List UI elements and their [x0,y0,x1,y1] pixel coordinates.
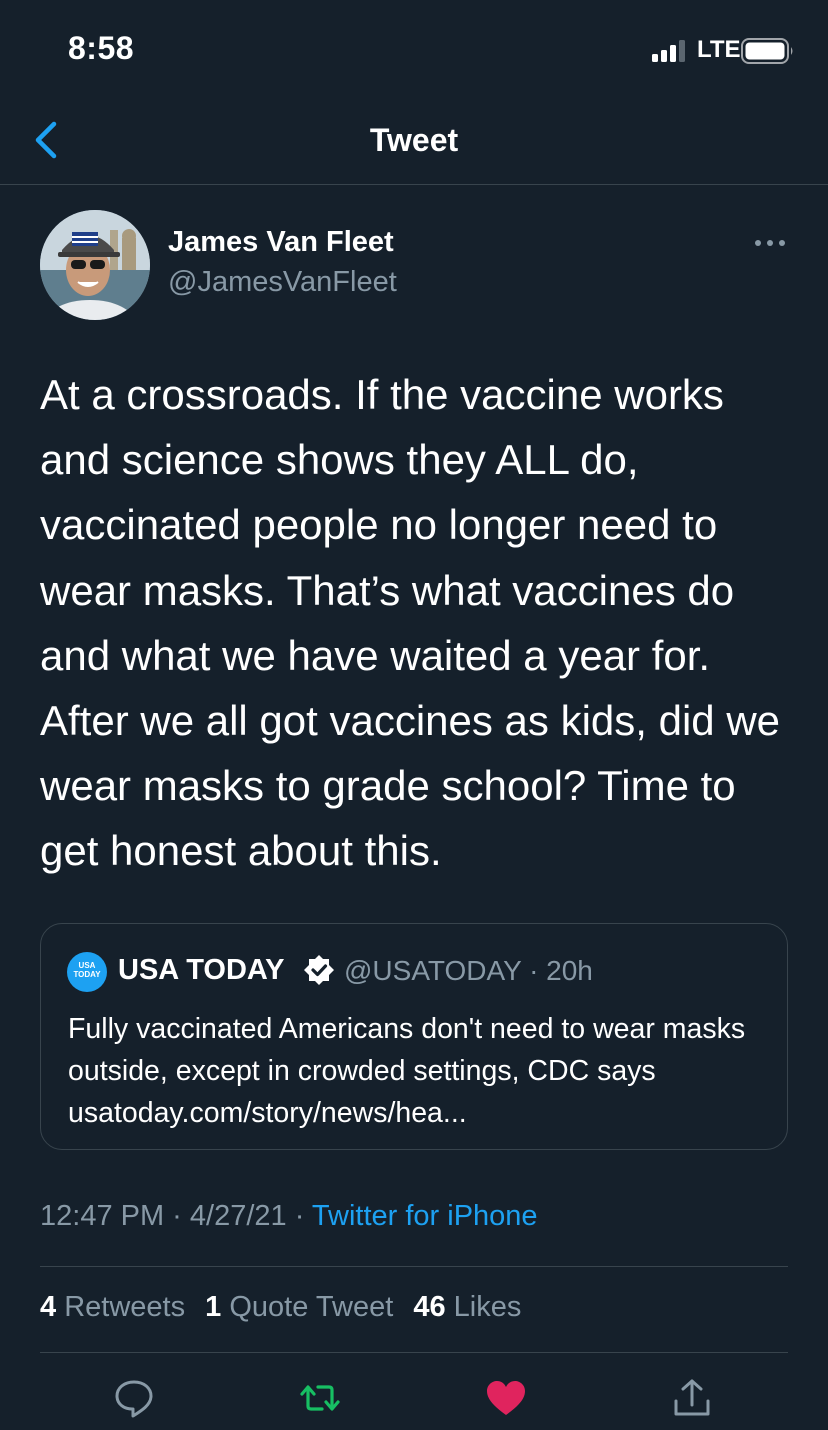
reply-button[interactable] [112,1376,156,1420]
quoted-tweet-text: Fully vaccinated Americans don't need to… [68,1013,746,1129]
tweet-time: 12:47 PM · 4/27/21 · [40,1200,312,1232]
source-link[interactable]: Twitter for iPhone [312,1200,538,1232]
nav-header: Tweet [0,100,828,185]
quoted-tweet[interactable]: USA TODAY USA TODAY @USATODAY · 20h Full… [40,923,788,1150]
likes-stat[interactable]: 46 Likes [413,1291,521,1323]
retweet-icon [300,1385,340,1411]
author-handle[interactable]: @JamesVanFleet [168,266,397,299]
retweets-count: 4 [40,1291,57,1323]
reply-icon [115,1380,153,1418]
usa-today-logo-icon: USA TODAY [67,952,107,992]
avatar[interactable] [40,210,150,320]
status-time: 8:58 [68,30,135,66]
like-button[interactable] [484,1376,528,1420]
quotes-label: Quote Tweet [229,1291,394,1323]
engagement-stats: 4 Retweets 1 Quote Tweet 46 Likes [40,1291,533,1324]
retweet-button[interactable] [298,1376,342,1420]
retweets-stat[interactable]: 4 Retweets [40,1291,185,1323]
quoted-author-name: USA TODAY [118,954,285,986]
logo-text: USA TODAY [73,961,101,979]
more-options-icon[interactable] [750,232,790,254]
share-button[interactable] [670,1376,714,1420]
divider [40,1266,788,1267]
likes-label: Likes [453,1291,522,1323]
share-icon [674,1379,710,1416]
like-icon [487,1381,525,1415]
status-bar: 8:58 LTE [0,0,828,100]
quoted-handle-time: @USATODAY · 20h [344,955,593,986]
verified-badge-icon [304,955,334,985]
quotes-count: 1 [205,1291,222,1323]
tweet-timestamp: 12:47 PM · 4/27/21 · Twitter for iPhone [40,1200,538,1233]
network-type-label: LTE [697,36,741,63]
retweets-label: Retweets [64,1291,186,1323]
likes-count: 46 [413,1291,446,1323]
signal-strength-icon [652,40,685,62]
divider [40,1352,788,1353]
tweet-text: At a crossroads. If the vaccine works an… [40,371,781,875]
author-name[interactable]: James Van Fleet [168,226,394,259]
battery-icon [741,38,793,64]
page-title: Tweet [369,122,459,158]
quote-tweets-stat[interactable]: 1 Quote Tweet [205,1291,393,1323]
